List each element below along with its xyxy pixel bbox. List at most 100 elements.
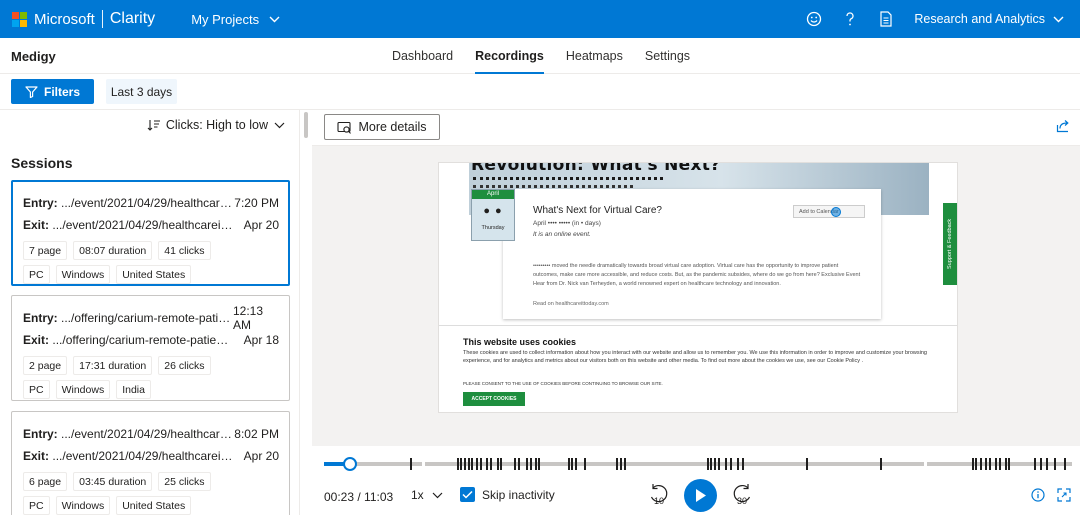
activity-marker — [980, 458, 982, 470]
more-details-label: More details — [358, 120, 427, 134]
brand[interactable]: Microsoft Clarity — [34, 10, 155, 28]
fullscreen-icon[interactable] — [1057, 488, 1071, 502]
activity-marker — [486, 458, 488, 470]
session-time: 7:20 PM — [234, 196, 279, 210]
tab-settings[interactable]: Settings — [645, 38, 690, 74]
country-chip: United States — [116, 496, 192, 515]
activity-marker — [730, 458, 732, 470]
more-details-button[interactable]: More details — [324, 114, 440, 140]
activity-marker — [1054, 458, 1056, 470]
device-chip: PC — [23, 265, 50, 284]
activity-marker — [718, 458, 720, 470]
account-label: Research and Analytics — [914, 12, 1045, 26]
clicks-chip: 41 clicks — [158, 241, 211, 260]
speed-value: 1x — [411, 488, 424, 502]
share-icon[interactable] — [1056, 119, 1070, 133]
entry-url: .../event/2021/04/29/healthcareittoday — [61, 196, 233, 210]
session-card[interactable]: Entry: .../offering/carium-remote-patien… — [11, 295, 290, 401]
activity-marker — [538, 458, 540, 470]
tab-dashboard[interactable]: Dashboard — [392, 38, 453, 74]
timeline-gap — [422, 461, 425, 467]
nav-tabs: Dashboard Recordings Heatmaps Settings — [0, 38, 1080, 74]
preview-date-weekday: Thursday — [481, 225, 505, 231]
filter-icon — [25, 85, 38, 98]
clicks-chip: 26 clicks — [158, 356, 211, 375]
sessions-heading: Sessions — [11, 155, 73, 171]
exit-row: Exit: .../event/2021/04/29/healthcareitt… — [23, 218, 233, 232]
account-dropdown[interactable]: Research and Analytics — [914, 12, 1064, 26]
device-chip: PC — [23, 496, 50, 515]
preview-date-day: ● ● — [483, 205, 503, 217]
country-chip: United States — [116, 265, 192, 284]
document-icon[interactable] — [868, 0, 904, 38]
preview-add-to-calendar: Add to Calendar — [793, 205, 865, 218]
forward-30-icon[interactable]: 30 — [731, 482, 753, 506]
skip-inactivity-checkbox[interactable] — [460, 487, 475, 502]
activity-marker — [707, 458, 709, 470]
project-header: Dashboard Recordings Heatmaps Settings M… — [0, 38, 1080, 74]
activity-marker — [571, 458, 573, 470]
filter-bar: Filters Last 3 days — [0, 74, 1080, 110]
play-button[interactable] — [684, 479, 717, 512]
activity-marker — [500, 458, 502, 470]
exit-url: .../event/2021/04/29/healthcareittoday — [52, 218, 233, 232]
session-card[interactable]: Entry: .../event/2021/04/29/healthcareit… — [11, 180, 290, 286]
help-icon[interactable] — [832, 0, 868, 38]
skip-inactivity-toggle[interactable]: Skip inactivity — [460, 487, 555, 502]
activity-marker — [535, 458, 537, 470]
info-icon[interactable] — [1031, 488, 1045, 502]
preview-cookie-consent: PLEASE CONSENT TO THE USE OF COOKIES BEF… — [463, 381, 663, 386]
playback-time: 00:23 / 11:03 — [324, 490, 394, 504]
session-time: 8:02 PM — [234, 427, 279, 441]
recording-preview[interactable]: Revolution: What's Next? What's Next for… — [438, 162, 958, 413]
activity-marker — [725, 458, 727, 470]
sessions-scrollbar[interactable] — [304, 112, 308, 138]
sort-dropdown[interactable]: Clicks: High to low — [147, 118, 285, 132]
chevron-down-icon — [1053, 16, 1064, 22]
preview-event-date: April •••• ••••• (in • days) — [533, 220, 601, 227]
skip-inactivity-label: Skip inactivity — [482, 487, 555, 502]
preview-read-link: Read on healthcareittoday.com — [533, 301, 609, 307]
activity-marker — [710, 458, 712, 470]
activity-marker — [468, 458, 470, 470]
player-controls: 00:23 / 11:03 1x Skip inactivity 10 30 — [312, 446, 1080, 515]
rewind-10-icon[interactable]: 10 — [648, 482, 670, 506]
my-projects-label: My Projects — [191, 11, 260, 27]
smiley-icon[interactable] — [796, 0, 832, 38]
activity-marker — [526, 458, 528, 470]
filters-button[interactable]: Filters — [11, 79, 94, 104]
tab-heatmaps[interactable]: Heatmaps — [566, 38, 623, 74]
timeline-handle[interactable] — [343, 457, 358, 471]
activity-marker — [1005, 458, 1007, 470]
preview-hero-title: Revolution: What's Next? — [471, 163, 721, 175]
forward-seconds: 30 — [737, 496, 747, 506]
preview-hero-rule — [473, 177, 663, 180]
exit-url: .../offering/carium-remote-patient-monit… — [52, 333, 233, 347]
my-projects-dropdown[interactable]: My Projects — [191, 12, 280, 27]
entry-row: Entry: .../event/2021/04/29/healthcareit… — [23, 196, 233, 210]
speed-dropdown[interactable]: 1x — [411, 488, 443, 502]
activity-marker — [616, 458, 618, 470]
activity-marker — [972, 458, 974, 470]
entry-label: Entry: — [23, 427, 58, 441]
activity-marker — [460, 458, 462, 470]
cursor-icon — [831, 207, 841, 217]
duration-chip: 08:07 duration — [73, 241, 153, 260]
session-date: Apr 20 — [243, 218, 279, 232]
timeline-scrubber[interactable] — [324, 457, 1072, 471]
activity-marker — [476, 458, 478, 470]
activity-marker — [1034, 458, 1036, 470]
brand-product: Clarity — [109, 10, 156, 27]
preview-date-month: April — [472, 190, 514, 199]
date-range-button[interactable]: Last 3 days — [106, 79, 177, 104]
session-card[interactable]: Entry: .../event/2021/04/29/healthcareit… — [11, 411, 290, 515]
sort-label: Clicks: High to low — [165, 118, 268, 132]
play-icon — [696, 489, 706, 502]
exit-row: Exit: .../event/2021/04/29/healthcareitt… — [23, 449, 233, 463]
tab-recordings[interactable]: Recordings — [475, 38, 544, 74]
os-chip: Windows — [55, 265, 111, 284]
brand-separator — [101, 10, 103, 28]
duration-chip: 03:45 duration — [73, 472, 153, 491]
project-name: Medigy — [11, 49, 56, 64]
activity-marker — [975, 458, 977, 470]
